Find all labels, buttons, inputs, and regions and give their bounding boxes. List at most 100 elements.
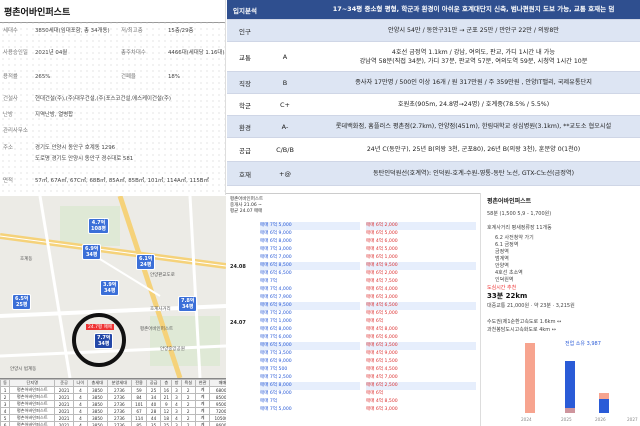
map-marker[interactable]: 4.7억 108평 [88,218,110,234]
detail-line: 58분 (1,500 5,9 - 1,700원) [487,211,552,217]
nearby-item[interactable]: 6.2 사전청약 가기 [495,235,534,242]
price-item[interactable]: 매매 6억 2,000 [366,222,476,230]
table-header[interactable]: 방 [171,379,182,387]
summary-category: 환경 [239,123,251,132]
table-cell: 2021 [54,386,74,394]
table-cell: 3850 [87,421,108,426]
table-cell: 25 [160,421,173,426]
map-label: 안양중앙공원 [160,347,185,352]
table-header[interactable]: 층 [160,379,173,387]
price-item[interactable]: 매매 6억 2,000 [366,270,476,278]
price-item[interactable]: 매매 6억 4,500 [366,366,476,374]
info-key: 세대수 [3,28,18,34]
price-item[interactable]: 매매 7억 5,000 [260,222,360,230]
nearby-item[interactable]: 안양역 [495,263,509,270]
table-cell: 4 [72,421,89,426]
table-header[interactable]: 단지명 [9,379,56,387]
table-cell: 59 [131,386,147,394]
price-item[interactable]: 매매 7억 3,000 [260,246,360,254]
table-cell: 2736 [106,414,133,422]
price-item[interactable]: 매매 6억 8,000 [260,382,360,390]
price-item[interactable]: 매매 7억 500 [260,366,360,374]
price-item[interactable]: 매매 6억 9,000 [260,390,360,398]
price-item[interactable]: 매매 6억 3,500 [366,342,476,350]
price-item[interactable]: 매매 6억 8,000 [260,238,360,246]
supply-bar [565,361,575,413]
price-item[interactable]: 매매 6억 [366,318,476,326]
map-marker[interactable]: 3.9억 34평 [100,280,120,296]
price-item[interactable]: 매매 6억 6,000 [366,334,476,342]
map-marker[interactable]: 7.8억 34평 [178,296,198,312]
nearby-item[interactable]: 4호선 초소역 [495,270,523,277]
table-header[interactable]: 공급 [145,379,162,387]
table-cell: 34 [145,393,162,401]
table-cell: 21 [160,393,173,401]
price-item[interactable]: 매매 6억 8,500 [260,262,360,270]
price-item[interactable]: 매매 6억 7,000 [260,254,360,262]
price-item[interactable]: 매매 6억 6,500 [260,270,360,278]
price-item[interactable]: 매매 6억 1,000 [366,254,476,262]
price-list-sub: 평균 24.07 매매 [230,209,263,214]
table-header[interactable]: 준공 [54,379,74,387]
price-item[interactable]: 매매 4억 5,000 [366,246,476,254]
table-header[interactable]: 분양세대 [106,379,133,387]
price-item[interactable]: 매매 4억 7,500 [366,278,476,286]
price-item[interactable]: 매매 6억 [366,390,476,398]
summary-category: 인구 [239,27,251,36]
price-item[interactable]: 매매 6억 5,000 [366,230,476,238]
table-header[interactable]: 총세대 [87,379,108,387]
price-item[interactable]: 매매 7억 1,000 [260,318,360,326]
price-item[interactable]: 매매 6억 3,000 [366,406,476,414]
price-item[interactable]: 매매 6억 5,000 [260,342,360,350]
price-item[interactable]: 매매 6억 9,000 [260,358,360,366]
price-item[interactable]: 매매 4억 6,500 [366,302,476,310]
price-item[interactable]: 매매 6억 8,000 [260,326,360,334]
price-item[interactable]: 매매 4억 9,000 [366,350,476,358]
map-marker[interactable]: 6.1억 24평 [136,254,156,270]
table-header[interactable]: 동 [0,379,11,387]
table-header[interactable]: 욕실 [180,379,196,387]
price-item[interactable]: 매매 7억 6,000 [260,334,360,342]
nearby-item[interactable]: 범계역 [495,256,509,263]
price-item[interactable]: 매매 7억 [260,398,360,406]
price-item[interactable]: 매매 7억 2,000 [260,310,360,318]
price-item[interactable]: 매매 4억 8,000 [366,326,476,334]
price-item[interactable]: 매매 6억 2,500 [366,382,476,390]
price-item[interactable]: 매매 6억 5,000 [366,310,476,318]
price-item[interactable]: 매매 7억 4,000 [260,286,360,294]
nearby-item[interactable]: 인덕원역 [495,277,513,284]
table-cell: 2 [180,407,196,415]
summary-header-cat: 입지분석 [233,6,257,15]
table-cell: 3850 [87,400,108,408]
map-marker[interactable]: 6.9억 34평 [82,244,102,260]
info-key: 주소 [3,145,13,151]
price-item[interactable]: 매매 7억 2,500 [260,374,360,382]
nearby-item[interactable]: 금정역 [495,249,509,256]
price-item[interactable]: 매매 6억 7,900 [260,294,360,302]
price-item[interactable]: 매매 4억 8,500 [366,398,476,406]
price-item[interactable]: 매매 6억 1,500 [366,358,476,366]
table-header[interactable]: 전용 [131,379,147,387]
price-item[interactable]: 매매 6억 9,000 [260,230,360,238]
table-cell: 평촌어바인퍼스트 [9,421,56,426]
summary-category: 학군 [239,101,251,110]
map-marker[interactable]: 6.5억 25평 [12,294,32,310]
price-item[interactable]: 매매 7억 [260,278,360,286]
summary-desc: 호원초(905m, 24.8명→24명) / 호계중(78.5% / 5.5%) [307,94,640,115]
table-cell: 2 [180,400,196,408]
summary-row: 공급 C/B/B 24년 C(동안구), 25년 B(의왕 3천, 군포80),… [227,138,640,162]
table-cell: 평촌어바인퍼스트 [9,393,56,401]
price-item[interactable]: 매매 6억 9,500 [260,302,360,310]
info-value: 2021년 04월 [35,50,68,56]
price-item[interactable]: 매매 4억 6,000 [366,238,476,246]
table-header[interactable]: 현관 [194,379,211,387]
price-item[interactable]: 매매 6억 3,000 [366,294,476,302]
nearby-item[interactable]: 6.1 금정역 [495,242,518,249]
price-item[interactable]: 매매 4억 7,000 [366,374,476,382]
price-item[interactable]: 매매 6억 4,000 [366,286,476,294]
table-cell: 3850 [87,414,108,422]
price-item[interactable]: 매매 7억 3,500 [260,350,360,358]
price-item[interactable]: 매매 7억 5,000 [260,406,360,414]
table-header[interactable]: 나이 [72,379,89,387]
price-item[interactable]: 매매 4억 9,500 [366,262,476,270]
